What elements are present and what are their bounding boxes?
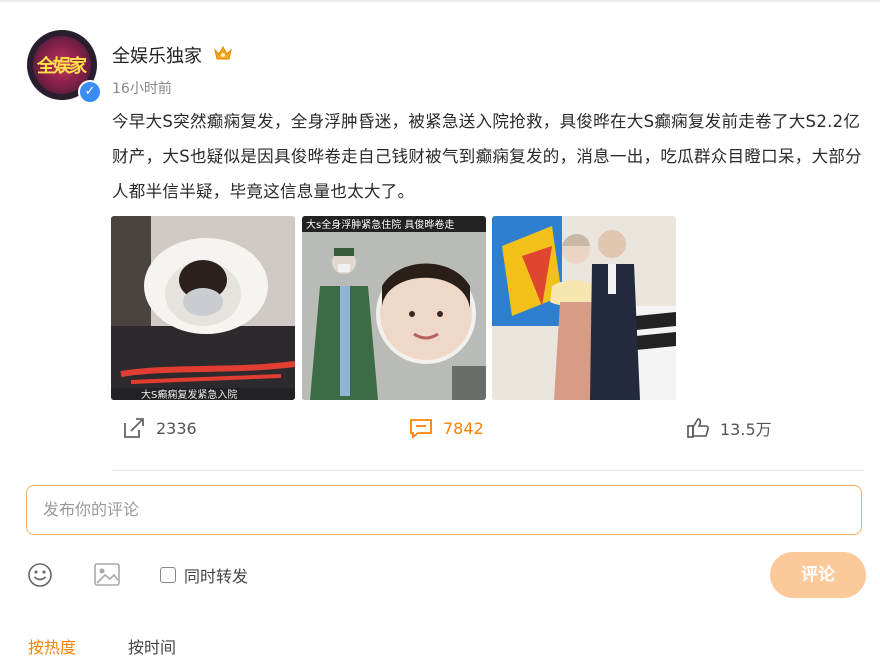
tab-sort-hot[interactable]: 按热度	[28, 634, 76, 658]
post-image-1[interactable]: 大S癫痫复发紧急入院	[111, 216, 295, 400]
post-time[interactable]: 16小时前	[112, 78, 172, 98]
image-upload-button[interactable]	[93, 560, 121, 590]
checkbox[interactable]	[160, 567, 176, 583]
also-repost-checkbox[interactable]: 同时转发	[160, 560, 248, 590]
action-bar: 2336 7842 13.5万	[0, 412, 880, 444]
weibo-post: 全娱家 ✓ 全娱乐独家 16小时前 今早大S突然癫痫复发，全身浮肿昏迷，被紧急送…	[0, 0, 880, 660]
post-text: 今早大S突然癫痫复发，全身浮肿昏迷，被紧急送入院抢救，具俊晔在大S癫痫复发前走卷…	[112, 112, 862, 201]
image-2-caption: 大s全身浮肿紧急住院 具俊晔卷走	[306, 218, 454, 231]
author-name[interactable]: 全娱乐独家	[112, 42, 202, 68]
repost-icon	[124, 418, 144, 438]
comment-input[interactable]: 发布你的评论	[26, 485, 862, 535]
comment-icon	[410, 419, 432, 439]
divider	[112, 470, 864, 471]
comment-button[interactable]: 7842	[409, 412, 484, 444]
comment-count: 7842	[443, 418, 484, 438]
emoji-icon	[28, 563, 52, 587]
also-repost-label: 同时转发	[184, 567, 249, 586]
crown-icon	[214, 45, 232, 60]
repost-count: 2336	[156, 418, 197, 438]
image-1-caption: 大S癫痫复发紧急入院	[141, 388, 237, 400]
tab-sort-time[interactable]: 按时间	[128, 634, 176, 658]
repost-button[interactable]: 2336	[122, 412, 197, 444]
like-button[interactable]: 13.5万	[686, 412, 772, 444]
comment-tools: 同时转发	[0, 560, 880, 590]
like-count: 13.5万	[720, 420, 772, 439]
thumbs-up-icon	[687, 418, 709, 438]
verified-icon: ✓	[78, 80, 102, 104]
post-image-2[interactable]: 大s全身浮肿紧急住院 具俊晔卷走	[302, 216, 486, 400]
emoji-button[interactable]	[26, 560, 54, 590]
post-image-3[interactable]	[492, 216, 676, 400]
sort-tabs: 按热度 按时间	[0, 634, 880, 660]
submit-comment-button[interactable]: 评论	[770, 552, 866, 598]
image-icon	[94, 563, 120, 586]
